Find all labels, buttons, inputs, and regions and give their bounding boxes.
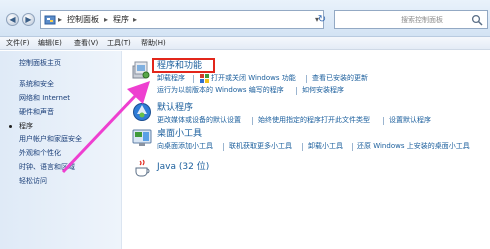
annotation-arrow: [61, 81, 150, 174]
